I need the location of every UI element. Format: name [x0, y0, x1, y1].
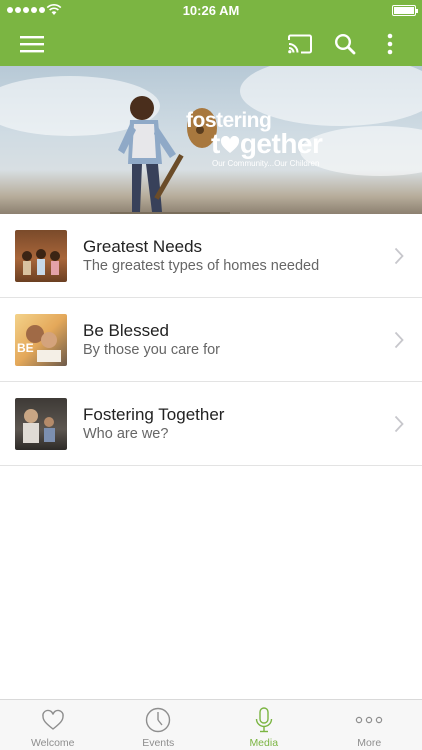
cast-icon [288, 34, 312, 54]
top-app-bar [0, 22, 422, 66]
logo-line-2-prefix: t [211, 128, 220, 159]
be-blessed-thumbnail: BE [15, 314, 67, 366]
tab-welcome[interactable]: Welcome [0, 700, 106, 750]
list-item-be-blessed[interactable]: BE Be Blessed By those you care for [0, 298, 422, 382]
list-item-greatest-needs[interactable]: Greatest Needs The greatest types of hom… [0, 214, 422, 298]
status-time: 10:26 AM [182, 3, 240, 18]
bottom-tab-bar: Welcome Events Media More [0, 699, 422, 750]
battery-icon [392, 5, 418, 16]
list-item-fostering-together[interactable]: Fostering Together Who are we? [0, 382, 422, 466]
tab-media[interactable]: Media [211, 700, 317, 750]
list-item-subtitle: Who are we? [83, 426, 169, 442]
menu-button[interactable] [10, 22, 54, 66]
search-icon [334, 33, 356, 55]
tab-label: Media [249, 737, 279, 749]
heart-icon [42, 709, 64, 730]
chevron-right-icon [394, 247, 404, 265]
tab-events[interactable]: Events [106, 700, 212, 750]
chevron-right-icon [394, 331, 404, 349]
logo-tagline: Our Community...Our Children [212, 159, 320, 168]
logo-line-2: t gether [211, 128, 323, 159]
greatest-needs-thumbnail [15, 230, 67, 282]
fostering-together-thumbnail [15, 398, 67, 450]
hamburger-icon [20, 36, 44, 53]
list-item-title: Be Blessed [83, 321, 169, 340]
fostering-together-logo: fostering t gether Our Community...Our Ch… [186, 110, 323, 168]
heart-logo-icon [220, 135, 239, 153]
list-item-subtitle: The greatest types of homes needed [83, 258, 320, 274]
tab-label: Events [142, 737, 175, 749]
search-button[interactable] [323, 22, 367, 66]
list-item-title: Fostering Together [83, 405, 225, 424]
tab-label: More [357, 737, 382, 749]
clock-icon [146, 707, 171, 733]
status-bar: 10:26 AM [0, 0, 422, 22]
microphone-icon [255, 707, 272, 733]
overflow-menu-button[interactable] [368, 22, 412, 66]
vertical-dots-icon [387, 33, 393, 55]
list-item-title: Greatest Needs [83, 237, 203, 256]
more-dots-icon [356, 716, 383, 724]
hero-banner: fostering t gether Our Community...Our Ch… [0, 66, 422, 214]
cast-button[interactable] [278, 22, 322, 66]
chevron-right-icon [394, 415, 404, 433]
tab-label: Welcome [30, 737, 75, 749]
list-item-subtitle: By those you care for [83, 342, 221, 358]
logo-line-2-suffix: gether [239, 128, 323, 159]
tab-more[interactable]: More [317, 700, 422, 750]
be-thumb-text: BE [17, 341, 34, 355]
media-list: Greatest Needs The greatest types of hom… [0, 214, 422, 466]
